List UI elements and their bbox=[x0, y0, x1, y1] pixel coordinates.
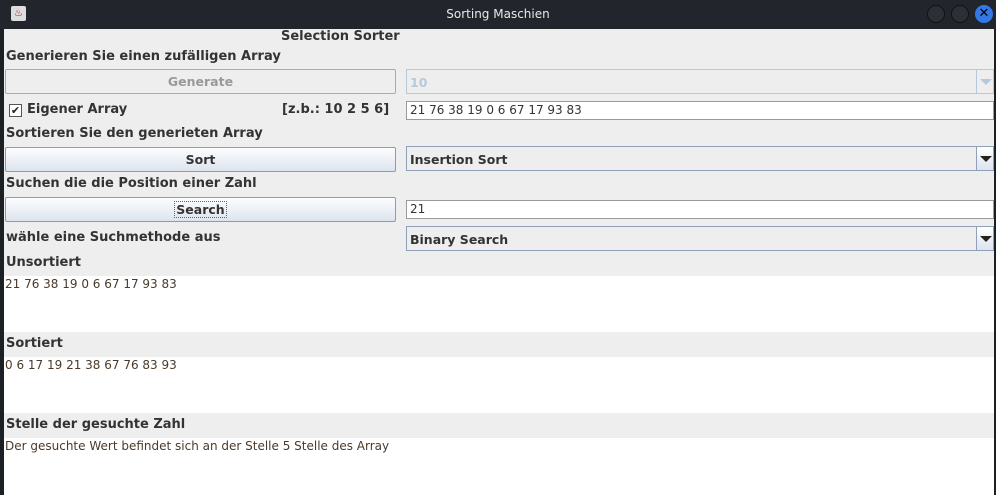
sorted-output[interactable]: 0 6 17 19 21 38 67 76 83 93 bbox=[4, 357, 994, 413]
custom-array-label: Eigener Array bbox=[27, 102, 128, 117]
generate-button[interactable]: Generate bbox=[5, 69, 396, 94]
title-bar: ♨ Sorting Maschien ✕ bbox=[0, 0, 996, 29]
search-method-value: Binary Search bbox=[410, 232, 509, 247]
search-button[interactable]: Search bbox=[5, 197, 396, 222]
close-icon: ✕ bbox=[978, 6, 990, 21]
position-output[interactable]: Der gesuchte Wert befindet sich an der S… bbox=[4, 438, 994, 495]
search-button-label: Search bbox=[174, 201, 227, 218]
search-value-input[interactable]: 21 bbox=[406, 200, 994, 219]
custom-array-checkbox[interactable]: ✔ bbox=[9, 104, 22, 117]
minimize-button[interactable] bbox=[927, 5, 945, 23]
close-button[interactable]: ✕ bbox=[975, 5, 993, 23]
position-label: Stelle der gesuchte Zahl bbox=[6, 417, 186, 432]
sort-method-combo[interactable]: Insertion Sort bbox=[406, 146, 994, 171]
sort-label: Sortieren Sie den generieten Array bbox=[6, 126, 263, 141]
array-size-combo[interactable]: 10 bbox=[406, 69, 994, 94]
sort-method-value: Insertion Sort bbox=[410, 152, 508, 167]
chevron-down-icon[interactable] bbox=[976, 147, 993, 170]
app-header: Selection Sorter bbox=[281, 29, 400, 44]
search-label: Suchen die die Position einer Zahl bbox=[6, 176, 257, 191]
sort-button[interactable]: Sort bbox=[5, 147, 396, 172]
chevron-down-icon[interactable] bbox=[976, 70, 993, 93]
search-method-combo[interactable]: Binary Search bbox=[406, 226, 994, 251]
generate-label: Generieren Sie einen zufälligen Array bbox=[6, 49, 281, 64]
custom-array-hint: [z.b.: 10 2 5 6] bbox=[282, 102, 390, 117]
array-size-value: 10 bbox=[410, 75, 428, 90]
main-panel: Selection Sorter Generieren Sie einen zu… bbox=[4, 29, 994, 495]
sorted-label: Sortiert bbox=[6, 336, 63, 351]
search-method-label: wähle eine Suchmethode aus bbox=[6, 230, 221, 245]
window-title: Sorting Maschien bbox=[446, 7, 550, 21]
custom-array-input[interactable]: 21 76 38 19 0 6 67 17 93 83 bbox=[406, 101, 994, 120]
unsorted-label: Unsortiert bbox=[6, 255, 82, 270]
unsorted-output[interactable]: 21 76 38 19 0 6 67 17 93 83 bbox=[4, 276, 994, 332]
maximize-button[interactable] bbox=[951, 5, 969, 23]
chevron-down-icon[interactable] bbox=[976, 227, 993, 250]
